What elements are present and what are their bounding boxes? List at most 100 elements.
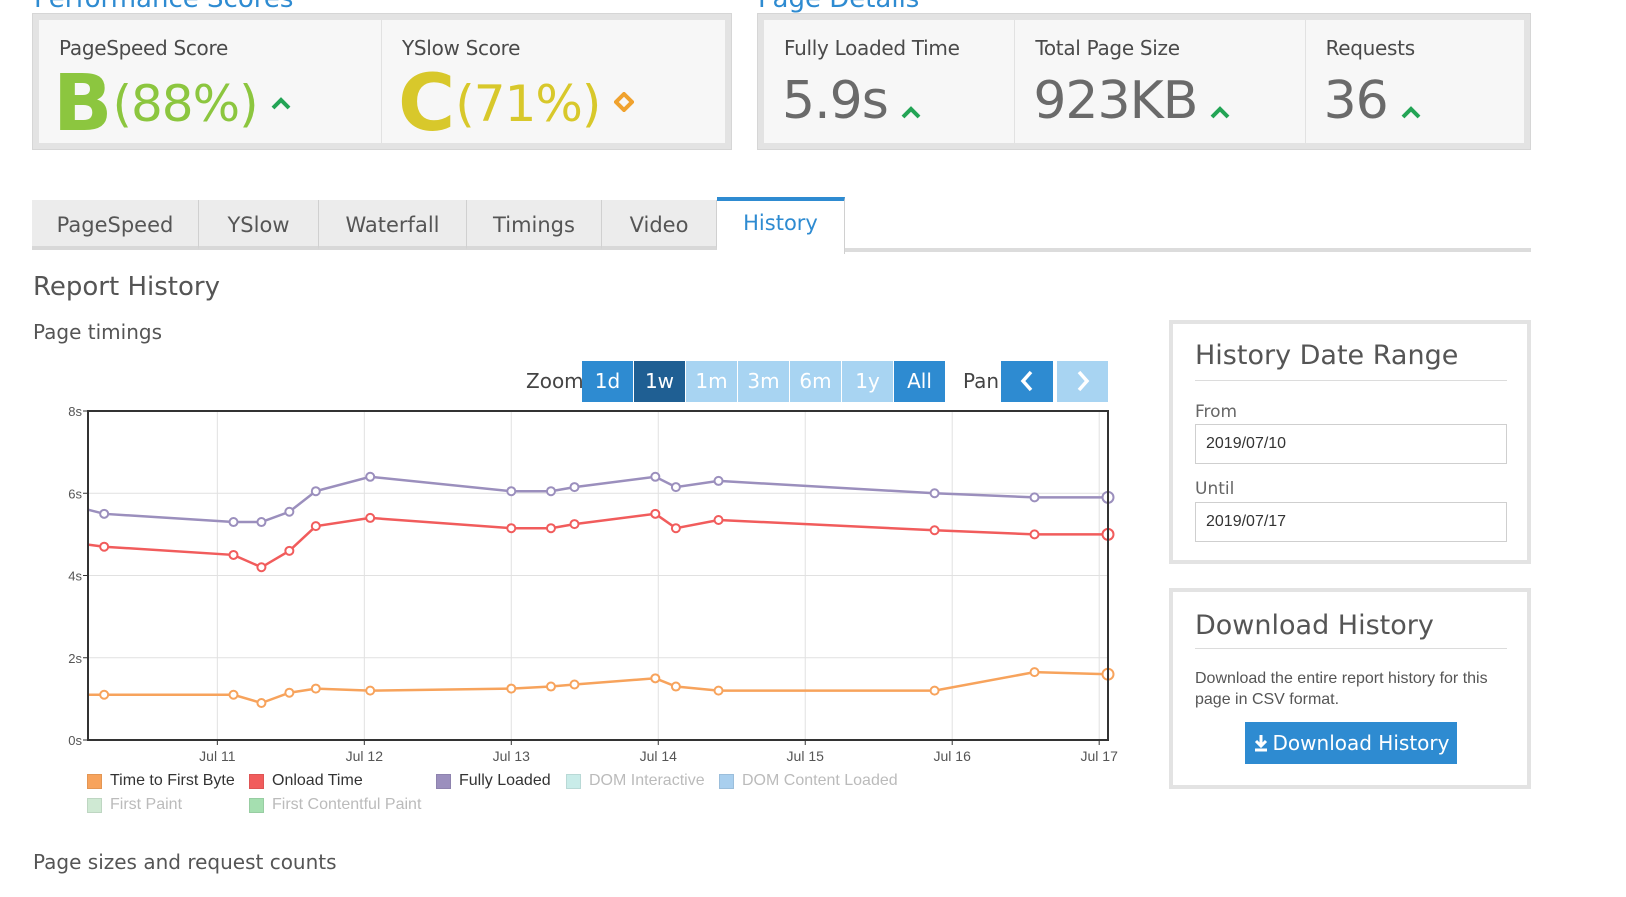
- data-point[interactable]: [650, 471, 661, 482]
- data-point[interactable]: [1029, 492, 1040, 503]
- requests-cell: Requests 36: [1306, 20, 1524, 143]
- download-icon: [1254, 735, 1267, 752]
- legend-label: Fully Loaded: [459, 772, 551, 789]
- download-history-button[interactable]: Download History: [1245, 722, 1457, 764]
- data-point[interactable]: [650, 508, 661, 519]
- legend-dom-interactive[interactable]: DOM Interactive: [566, 772, 705, 790]
- download-history-title: Download History: [1195, 610, 1434, 641]
- data-point[interactable]: [713, 475, 724, 486]
- data-point[interactable]: [256, 517, 267, 528]
- legend-swatch: [436, 773, 451, 789]
- data-point[interactable]: [506, 523, 517, 534]
- chevron-left-icon: [1020, 370, 1033, 392]
- up-arrow-icon: [1401, 104, 1421, 123]
- legend-swatch: [249, 797, 264, 813]
- report-history-title: Report History: [33, 272, 220, 302]
- requests-label: Requests: [1325, 36, 1416, 60]
- data-point[interactable]: [228, 689, 239, 700]
- pagespeed-score-label: PageSpeed Score: [59, 36, 228, 60]
- data-point[interactable]: [228, 549, 239, 560]
- tab-waterfall[interactable]: Waterfall: [319, 200, 467, 250]
- series-line-time-to-first-byte: [88, 670, 1109, 705]
- data-point[interactable]: [1029, 529, 1040, 540]
- tab-video[interactable]: Video: [602, 200, 717, 250]
- total-page-size-cell: Total Page Size 923KB: [1015, 20, 1306, 143]
- download-description-line: Download the entire report history for t…: [1195, 670, 1488, 687]
- page-sizes-section-title: Page sizes and request counts: [33, 850, 337, 874]
- data-point[interactable]: [650, 673, 661, 684]
- data-point[interactable]: [713, 685, 724, 696]
- data-point[interactable]: [99, 541, 110, 552]
- legend-swatch: [87, 773, 102, 789]
- tab-history[interactable]: History: [717, 197, 845, 254]
- pan-label: Pan: [963, 369, 1000, 393]
- pagespeed-percent: (88%): [112, 75, 258, 133]
- data-point[interactable]: [545, 486, 556, 497]
- legend-onload-time[interactable]: Onload Time: [249, 772, 363, 790]
- until-date-input[interactable]: 2019/07/17: [1195, 502, 1507, 542]
- fully-loaded-time-cell: Fully Loaded Time 5.9s: [764, 20, 1016, 143]
- yslow-score-cell: YSlow Score C(71%): [382, 20, 725, 144]
- up-arrow-icon: [1210, 104, 1230, 123]
- series-time-to-first-byte: [88, 667, 1115, 708]
- data-point[interactable]: [569, 679, 580, 690]
- data-point[interactable]: [1029, 667, 1040, 678]
- data-point[interactable]: [284, 687, 295, 698]
- data-point[interactable]: [310, 521, 321, 532]
- data-point[interactable]: [670, 681, 681, 692]
- legend-label: DOM Interactive: [589, 772, 705, 789]
- tab-pagespeed[interactable]: PageSpeed: [32, 200, 199, 250]
- data-point[interactable]: [506, 486, 517, 497]
- history-date-range-title: History Date Range: [1195, 340, 1459, 371]
- legend-label: First Contentful Paint: [272, 796, 422, 813]
- legend-dom-content-loaded[interactable]: DOM Content Loaded: [719, 772, 898, 790]
- data-point[interactable]: [284, 545, 295, 556]
- data-point[interactable]: [929, 488, 940, 499]
- data-point[interactable]: [284, 506, 295, 517]
- tab-yslow[interactable]: YSlow: [199, 200, 319, 250]
- download-description: Download the entire report history for t…: [1195, 668, 1488, 710]
- data-point[interactable]: [569, 519, 580, 530]
- legend-time-to-first-byte[interactable]: Time to First Byte: [87, 772, 235, 790]
- data-point[interactable]: [506, 683, 517, 694]
- fully-loaded-time-label: Fully Loaded Time: [784, 36, 960, 60]
- legend-label: Onload Time: [272, 772, 363, 789]
- data-point[interactable]: [310, 683, 321, 694]
- tab-timings[interactable]: Timings: [467, 200, 602, 250]
- chevron-right-icon: [1077, 370, 1089, 392]
- data-point[interactable]: [365, 512, 376, 523]
- download-description-line: page in CSV format.: [1195, 691, 1340, 708]
- data-point[interactable]: [256, 697, 267, 708]
- data-point[interactable]: [228, 517, 239, 528]
- total-page-size-value: 923KB: [1033, 71, 1198, 131]
- x-tick-label: Jul 12: [346, 748, 384, 764]
- divider: [1195, 380, 1507, 381]
- data-point[interactable]: [99, 508, 110, 519]
- data-point[interactable]: [310, 486, 321, 497]
- legend-fully-loaded[interactable]: Fully Loaded: [436, 772, 551, 790]
- data-point[interactable]: [713, 514, 724, 525]
- performance-scores-panel: PageSpeed Score B(88%) YSlow Score C(71%…: [32, 13, 732, 150]
- legend-first-paint[interactable]: First Paint: [87, 796, 182, 814]
- legend-first-contentful-paint[interactable]: First Contentful Paint: [249, 796, 421, 814]
- data-point[interactable]: [929, 685, 940, 696]
- data-point[interactable]: [670, 482, 681, 493]
- data-point[interactable]: [929, 525, 940, 536]
- data-point[interactable]: [99, 689, 110, 700]
- data-point[interactable]: [365, 471, 376, 482]
- legend-label: Time to First Byte: [110, 772, 235, 789]
- data-point[interactable]: [545, 681, 556, 692]
- data-point[interactable]: [545, 523, 556, 534]
- data-point[interactable]: [365, 685, 376, 696]
- from-date-input[interactable]: 2019/07/10: [1195, 424, 1507, 464]
- series-onload-time: [87, 508, 1115, 573]
- fully-loaded-time-value: 5.9s: [782, 71, 889, 131]
- legend-swatch: [249, 773, 264, 789]
- x-tick-label: Jul 16: [934, 748, 972, 764]
- data-point[interactable]: [256, 562, 267, 573]
- x-tick-label: Jul 13: [493, 748, 531, 764]
- data-point[interactable]: [670, 523, 681, 534]
- data-point[interactable]: [569, 482, 580, 493]
- y-tick-label: 6s: [68, 486, 82, 501]
- pagespeed-score-cell: PageSpeed Score B(88%): [39, 20, 382, 144]
